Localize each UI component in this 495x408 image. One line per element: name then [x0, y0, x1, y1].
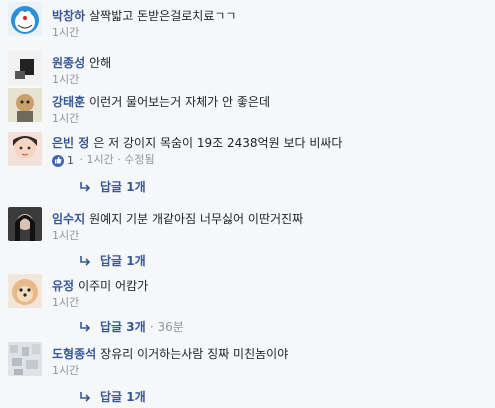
comment-text: 이런거 물어보는거 자체가 안 좋은데: [89, 95, 270, 109]
commenter-name[interactable]: 은빈 정: [52, 136, 89, 150]
commenter-name[interactable]: 원종성: [52, 56, 85, 70]
avatar[interactable]: [8, 88, 42, 122]
commenter-name[interactable]: 박창하: [52, 9, 85, 23]
comment-text: 장유리 이거하는사람 징짜 미친놈이야: [100, 347, 289, 361]
reply-count[interactable]: 답글 1개: [100, 389, 146, 405]
comment-time[interactable]: 1시간: [87, 153, 114, 166]
comment-feed: 박창하 살짝밟고 돈받은걸로치료ㄱㄱ 1시간 원종성 안해 1시간 강태훈 이런…: [0, 0, 495, 404]
comment-time[interactable]: 1시간: [52, 112, 79, 125]
avatar[interactable]: [8, 207, 42, 241]
commenter-name[interactable]: 도형종석: [52, 347, 96, 361]
comment-time[interactable]: 1시간: [52, 229, 79, 242]
comment-text: 원예지 기분 개같아짐 너무싫어 이딴거진짜: [89, 212, 304, 226]
comment-text: 이주미 어캄가: [78, 279, 149, 293]
commenter-name[interactable]: 유정: [52, 279, 74, 293]
avatar[interactable]: [8, 342, 42, 376]
avatar[interactable]: [8, 274, 42, 308]
comment-text: 안해: [89, 56, 112, 70]
reply-count[interactable]: 답글 1개: [100, 253, 146, 269]
thumbs-up-icon: [52, 155, 64, 167]
avatar[interactable]: [8, 132, 42, 166]
reply-arrow-icon: [78, 320, 92, 334]
reply-arrow-icon: [78, 180, 92, 194]
view-replies-link[interactable]: 답글 1개: [78, 179, 146, 195]
reply-count[interactable]: 답글 3개: [100, 319, 146, 335]
like-count-value: 1: [67, 154, 74, 167]
comment-time[interactable]: 1시간: [52, 73, 79, 86]
comment-time[interactable]: 1시간: [52, 296, 79, 309]
like-count[interactable]: 1: [52, 154, 74, 168]
avatar[interactable]: [8, 51, 42, 85]
comment-text: 은 저 강이지 목숨이 19조 2438억원 보다 비싸다: [93, 136, 343, 150]
reply-count[interactable]: 답글 1개: [100, 179, 146, 195]
commenter-name[interactable]: 임수지: [52, 212, 85, 226]
avatar[interactable]: [8, 2, 42, 36]
view-replies-link[interactable]: 답글 1개: [78, 253, 146, 269]
reply-arrow-icon: [78, 390, 92, 404]
reply-time[interactable]: · 36분: [150, 319, 184, 335]
commenter-name[interactable]: 강태훈: [52, 95, 85, 109]
edited-label[interactable]: · 수정됨: [117, 153, 154, 166]
comment-time[interactable]: 1시간: [52, 26, 79, 39]
view-replies-link[interactable]: 답글 1개: [78, 389, 146, 405]
separator-dot: ·: [79, 153, 84, 166]
comment-time[interactable]: 1시간: [52, 364, 79, 377]
reply-arrow-icon: [78, 254, 92, 268]
view-replies-link[interactable]: 답글 3개 · 36분: [78, 319, 184, 335]
comment-text: 살짝밟고 돈받은걸로치료ㄱㄱ: [89, 9, 237, 23]
